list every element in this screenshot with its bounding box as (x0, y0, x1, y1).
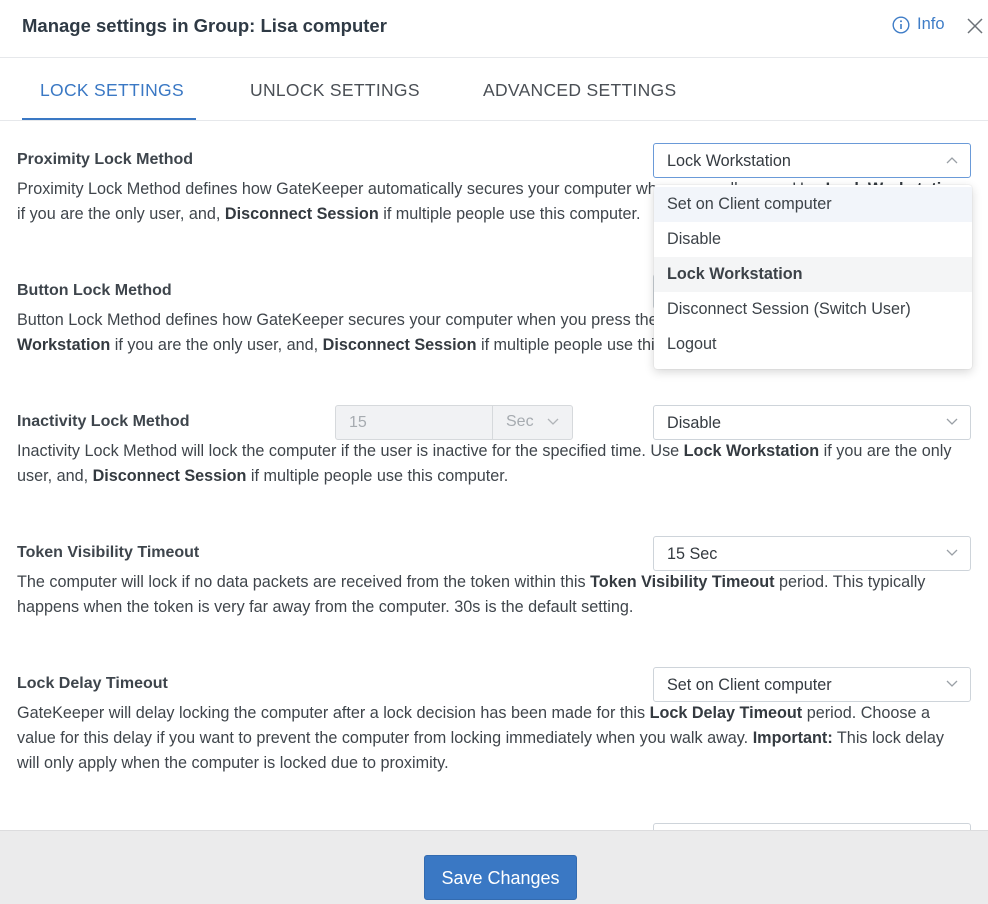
info-button[interactable]: Info (892, 15, 945, 34)
dialog-footer: Save Changes (0, 830, 988, 904)
lock-delay-select[interactable]: Set on Client computer (653, 667, 971, 702)
inactivity-duration-input[interactable]: 15 (336, 406, 493, 439)
token-visibility-title: Token Visibility Timeout (17, 544, 200, 561)
dialog-title: Manage settings in Group: Lisa computer (22, 15, 387, 36)
button-lock-title: Button Lock Method (17, 282, 172, 299)
dropdown-option-lock-workstation[interactable]: Lock Workstation (654, 257, 972, 292)
dropdown-option-disable[interactable]: Disable (654, 222, 972, 257)
dropdown-option-disconnect-session[interactable]: Disconnect Session (Switch User) (654, 292, 972, 327)
tab-lock-settings[interactable]: LOCK SETTINGS (40, 80, 184, 101)
token-visibility-description: The computer will lock if no data packet… (17, 573, 926, 616)
inactivity-unit-value: Sec (506, 413, 534, 430)
tab-unlock-settings[interactable]: UNLOCK SETTINGS (250, 80, 420, 101)
dropdown-option-logout[interactable]: Logout (654, 327, 972, 362)
inactivity-unit-select[interactable]: Sec (494, 406, 572, 439)
lock-delay-title: Lock Delay Timeout (17, 675, 168, 692)
proximity-lock-value: Lock Workstation (667, 152, 791, 170)
close-icon[interactable] (966, 17, 984, 35)
inactivity-duration-value: 15 (349, 414, 367, 431)
active-tab-indicator (22, 118, 196, 120)
save-changes-button[interactable]: Save Changes (424, 855, 577, 900)
inactivity-duration-group: 15 Sec (335, 405, 573, 440)
chevron-down-icon (547, 418, 559, 425)
chevron-down-icon (946, 680, 958, 687)
inactivity-lock-title: Inactivity Lock Method (17, 413, 190, 430)
chevron-down-icon (946, 549, 958, 556)
info-label: Info (917, 15, 945, 33)
proximity-lock-select[interactable]: Lock Workstation (653, 143, 971, 178)
chevron-down-icon (946, 418, 958, 425)
token-visibility-select[interactable]: 15 Sec (653, 536, 971, 571)
settings-tabs: LOCK SETTINGS UNLOCK SETTINGS ADVANCED S… (0, 58, 988, 121)
next-setting-select[interactable] (653, 823, 971, 830)
lock-delay-value: Set on Client computer (667, 676, 832, 694)
dropdown-option-set-on-client[interactable]: Set on Client computer (654, 187, 972, 222)
inactivity-lock-description: Inactivity Lock Method will lock the com… (17, 442, 952, 485)
dialog-header: Manage settings in Group: Lisa computer … (0, 0, 988, 58)
lock-delay-description: GateKeeper will delay locking the comput… (17, 704, 944, 772)
tab-advanced-settings[interactable]: ADVANCED SETTINGS (483, 80, 676, 101)
chevron-up-icon (946, 157, 958, 164)
info-icon (892, 15, 910, 34)
inactivity-lock-select[interactable]: Disable (653, 405, 971, 440)
proximity-lock-dropdown-menu: Set on Client computer Disable Lock Work… (654, 185, 972, 369)
inactivity-lock-value: Disable (667, 414, 721, 432)
token-visibility-value: 15 Sec (667, 545, 718, 563)
proximity-lock-title: Proximity Lock Method (17, 151, 194, 168)
